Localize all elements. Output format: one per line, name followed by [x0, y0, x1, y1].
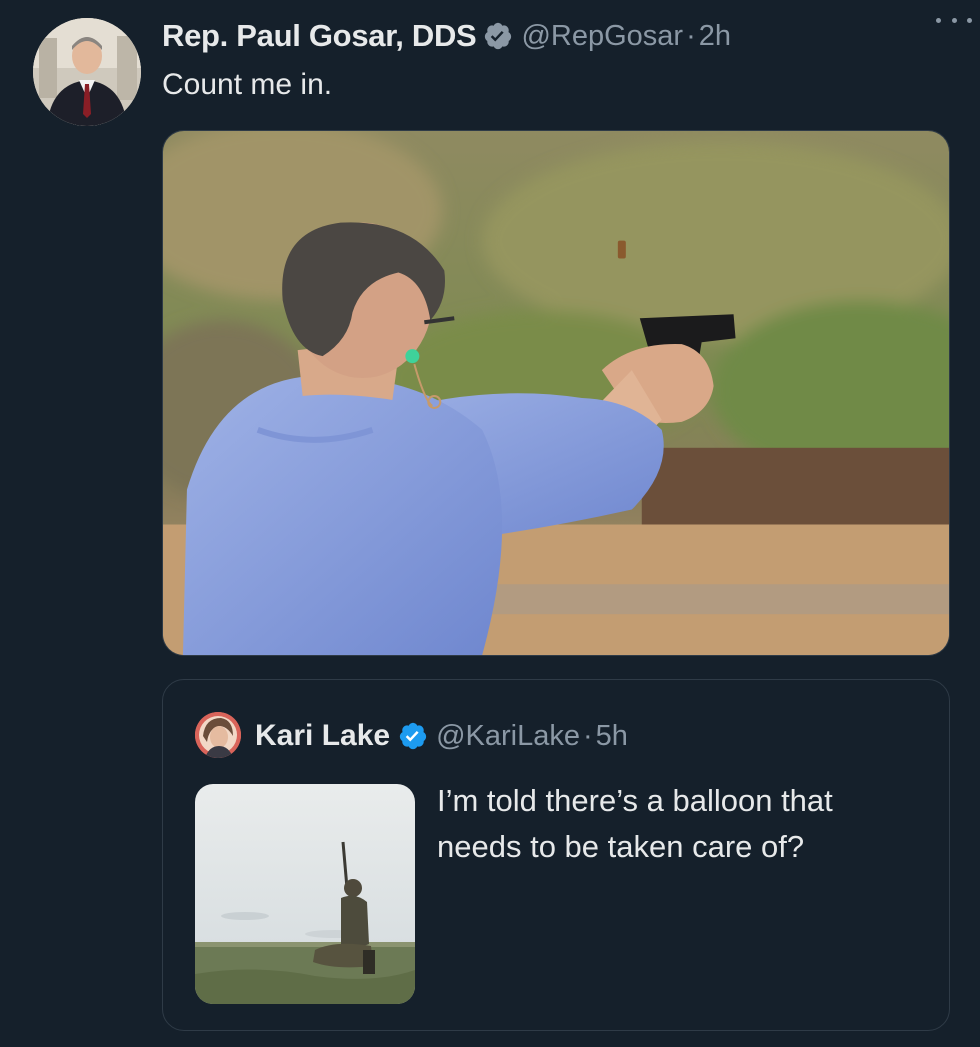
tweet-text: Count me in.	[162, 68, 333, 101]
quoted-tweet[interactable]: Kari Lake @KariLake · 5h I’m told there’…	[162, 679, 950, 1031]
tweet-header: Rep. Paul Gosar, DDS @RepGosar · 2h	[162, 16, 960, 56]
verified-badge-icon	[485, 22, 512, 50]
quoted-tweet-timestamp[interactable]: 5h	[596, 720, 628, 753]
quoted-tweet-photo[interactable]	[195, 784, 415, 1004]
avatar-image	[195, 712, 241, 758]
quoted-author-display-name[interactable]: Kari Lake	[255, 719, 390, 753]
verified-badge-icon	[399, 722, 427, 750]
tweet-photo[interactable]	[162, 130, 950, 656]
quoted-tweet-header: Kari Lake @KariLake · 5h	[255, 716, 628, 756]
author-handle[interactable]: @RepGosar	[521, 20, 683, 53]
separator-dot: ·	[686, 19, 696, 52]
tweet-timestamp[interactable]: 2h	[699, 20, 731, 53]
more-options-icon[interactable]	[936, 10, 972, 30]
avatar-image	[33, 18, 141, 126]
separator-dot: ·	[582, 719, 593, 752]
photo-image	[163, 131, 949, 655]
quoted-tweet-text: I’m told there’s a balloon that needs to…	[437, 783, 833, 864]
quoted-author-handle[interactable]: @KariLake	[436, 720, 580, 753]
quoted-author-avatar[interactable]	[195, 712, 241, 758]
tweet[interactable]: Rep. Paul Gosar, DDS @RepGosar · 2h Coun…	[0, 0, 980, 1047]
author-avatar[interactable]	[33, 18, 141, 126]
photo-image	[195, 784, 415, 1004]
author-display-name[interactable]: Rep. Paul Gosar, DDS	[162, 18, 477, 54]
